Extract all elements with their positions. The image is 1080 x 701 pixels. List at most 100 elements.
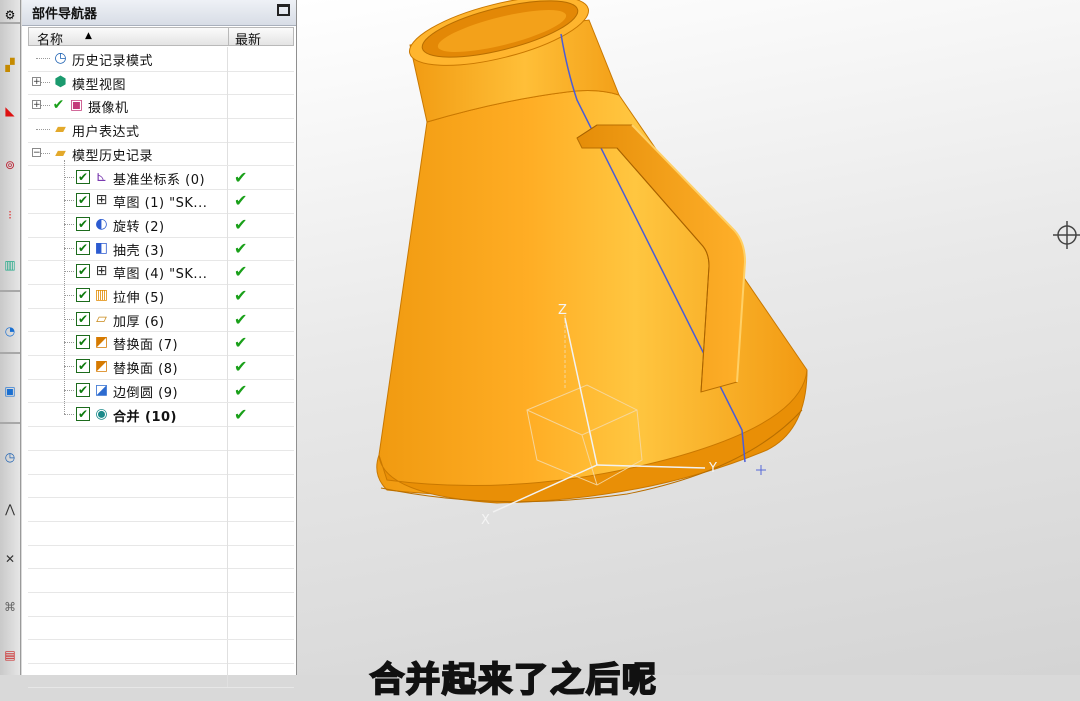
up-to-date-check-icon: ✔ xyxy=(234,167,248,187)
tree-item-label: 草图 (4) "SK... xyxy=(113,267,208,283)
up-to-date-check-icon: ✔ xyxy=(234,262,248,282)
maximize-icon[interactable] xyxy=(277,4,290,16)
visibility-checkbox[interactable]: ✔ xyxy=(76,193,90,208)
tree-row[interactable]: ▰ 用户表达式 xyxy=(28,118,294,143)
sort-ascending-icon[interactable]: ▲ xyxy=(85,31,92,41)
empty-row xyxy=(28,663,294,688)
column-latest-header[interactable]: 最新 xyxy=(235,29,261,48)
column-divider xyxy=(227,592,228,616)
tree-row[interactable]: ◷ 历史记录模式 xyxy=(28,47,294,72)
tree-item-label: 模型历史记录 xyxy=(72,148,154,164)
empty-row xyxy=(28,568,294,594)
tree-item-label: 边倒圆 (9) xyxy=(113,385,179,401)
column-divider xyxy=(227,639,228,664)
revolve-icon: ◐ xyxy=(95,215,108,232)
empty-row xyxy=(28,449,294,475)
part-navigator-icon[interactable]: ⊚ xyxy=(1,150,19,180)
graphics-window[interactable]: Z Y X xyxy=(297,0,1080,675)
tree-row[interactable]: ✔ ▱ 加厚 (6) ✔ xyxy=(28,307,294,333)
collapse-icon[interactable]: − xyxy=(32,147,41,157)
unite-icon: ◉ xyxy=(95,405,108,422)
camera-icon: ▣ xyxy=(69,97,84,114)
tree-row[interactable]: ✔ ◩ 替换面 (8) ✔ xyxy=(28,355,294,380)
tree-guide xyxy=(64,223,74,225)
manufacturing-wizard-icon[interactable]: ▤ xyxy=(1,640,19,670)
system-materials-icon[interactable]: ✕ xyxy=(1,544,19,574)
visibility-checkbox[interactable]: ✔ xyxy=(76,359,90,374)
column-divider xyxy=(227,70,228,95)
visibility-checkbox[interactable]: ✔ xyxy=(76,311,90,326)
process-studio-icon[interactable]: ⌘ xyxy=(1,592,19,622)
up-to-date-check-icon: ✔ xyxy=(234,357,248,377)
resource-separator xyxy=(0,422,20,424)
column-divider xyxy=(227,355,228,379)
visibility-checkbox[interactable]: ✔ xyxy=(76,240,90,255)
reuse-library-icon[interactable]: ⁝ xyxy=(1,200,19,230)
resource-bar: ⚙ ▞ ◣ ⊚ ⁝ ▥ ◔ ▣ ◷ ⋀ ✕ ⌘ ▤ xyxy=(0,0,21,675)
column-divider xyxy=(227,473,228,498)
column-divider xyxy=(227,568,228,593)
funnel-cup-model[interactable] xyxy=(376,0,808,504)
tree-row[interactable]: ✔ ◉ 合并 (10) ✔ xyxy=(28,402,294,428)
tree-row[interactable]: + ✔ ▣ 摄像机 xyxy=(28,94,294,120)
sketch-icon: ⊞ xyxy=(95,263,108,280)
tree-row[interactable]: ✔ ▥ 拉伸 (5) ✔ xyxy=(28,284,294,309)
visibility-checkbox[interactable]: ✔ xyxy=(76,288,90,302)
tree-row[interactable]: + ⬢ 模型视图 xyxy=(28,70,294,96)
hd3d-tools-icon[interactable]: ▥ xyxy=(1,250,19,280)
history-palette-icon[interactable]: ▣ xyxy=(1,376,19,406)
tree-row[interactable]: ✔ ◩ 替换面 (7) ✔ xyxy=(28,331,294,357)
tree-item-label: 基准坐标系 (0) xyxy=(113,172,206,188)
tree-row[interactable]: ✔ ◪ 边倒圆 (9) ✔ xyxy=(28,378,294,404)
sketch-icon: ⊞ xyxy=(95,192,108,209)
thicken-icon: ▱ xyxy=(96,310,107,327)
tree-guide xyxy=(36,58,50,59)
model-canvas[interactable]: Z Y X xyxy=(297,0,1080,675)
column-divider[interactable] xyxy=(228,28,229,45)
column-divider xyxy=(227,663,228,687)
extrude-icon: ▥ xyxy=(94,287,109,303)
up-to-date-check-icon: ✔ xyxy=(234,380,248,400)
navigator-tree: ◷ 历史记录模式 + ⬢ 模型视图 + ✔ ▣ 摄像机 ▰ 用户表达式 − ▰ 模型历史记录 ✔ ⊾ 基准坐标系… xyxy=(28,47,294,688)
constraint-navigator-icon[interactable]: ◣ xyxy=(1,96,19,126)
column-divider xyxy=(227,307,228,332)
visibility-checkbox[interactable]: ✔ xyxy=(76,216,90,231)
expand-icon[interactable]: + xyxy=(32,76,41,86)
column-divider xyxy=(227,544,228,569)
tree-row[interactable]: ✔ ◐ 旋转 (2) ✔ xyxy=(28,212,294,238)
up-to-date-check-icon: ✔ xyxy=(234,191,248,211)
tree-row[interactable]: ✔ ⊞ 草图 (4) "SK... ✔ xyxy=(28,260,294,285)
tree-row[interactable]: ✔ ◧ 抽壳 (3) ✔ xyxy=(28,236,294,262)
replace-face-icon: ◩ xyxy=(94,358,109,375)
tree-row[interactable]: − ▰ 模型历史记录 xyxy=(28,141,294,167)
axis-y-label: Y xyxy=(708,461,717,476)
visibility-checkbox[interactable]: ✔ xyxy=(76,335,90,350)
tree-guide xyxy=(64,366,74,368)
roles-icon[interactable]: ⋀ xyxy=(1,494,19,524)
gear-icon[interactable]: ⚙ xyxy=(1,0,19,30)
visibility-checkbox[interactable]: ✔ xyxy=(76,264,90,279)
up-to-date-check-icon: ✔ xyxy=(234,404,248,424)
tree-guide xyxy=(64,159,65,415)
tree-item-label: 替换面 (7) xyxy=(113,338,179,354)
tree-row[interactable]: ✔ ⊞ 草图 (1) "SK... ✔ xyxy=(28,189,294,214)
column-divider xyxy=(227,615,228,640)
column-name-header[interactable]: 名称 xyxy=(37,29,63,48)
visibility-checkbox[interactable]: ✔ xyxy=(76,169,90,184)
web-browser-icon[interactable]: ◔ xyxy=(1,316,19,346)
model-view-icon: ⬢ xyxy=(54,73,67,90)
tree-guide xyxy=(64,247,74,249)
visibility-checkbox[interactable]: ✔ xyxy=(76,406,90,421)
assembly-navigator-icon[interactable]: ▞ xyxy=(1,50,19,80)
empty-row xyxy=(28,592,294,617)
tree-row[interactable]: ✔ ⊾ 基准坐标系 (0) ✔ xyxy=(28,165,294,191)
visibility-checkbox[interactable]: ✔ xyxy=(76,382,90,397)
column-divider xyxy=(227,47,228,71)
column-divider xyxy=(227,378,228,403)
tree-item-label: 草图 (1) "SK... xyxy=(113,196,208,212)
axis-z-label: Z xyxy=(558,303,567,318)
datum-csys-icon: ⊾ xyxy=(95,168,108,185)
clock-icon[interactable]: ◷ xyxy=(1,442,19,472)
expand-icon[interactable]: + xyxy=(32,100,41,110)
tree-item-label: 抽壳 (3) xyxy=(113,243,165,259)
